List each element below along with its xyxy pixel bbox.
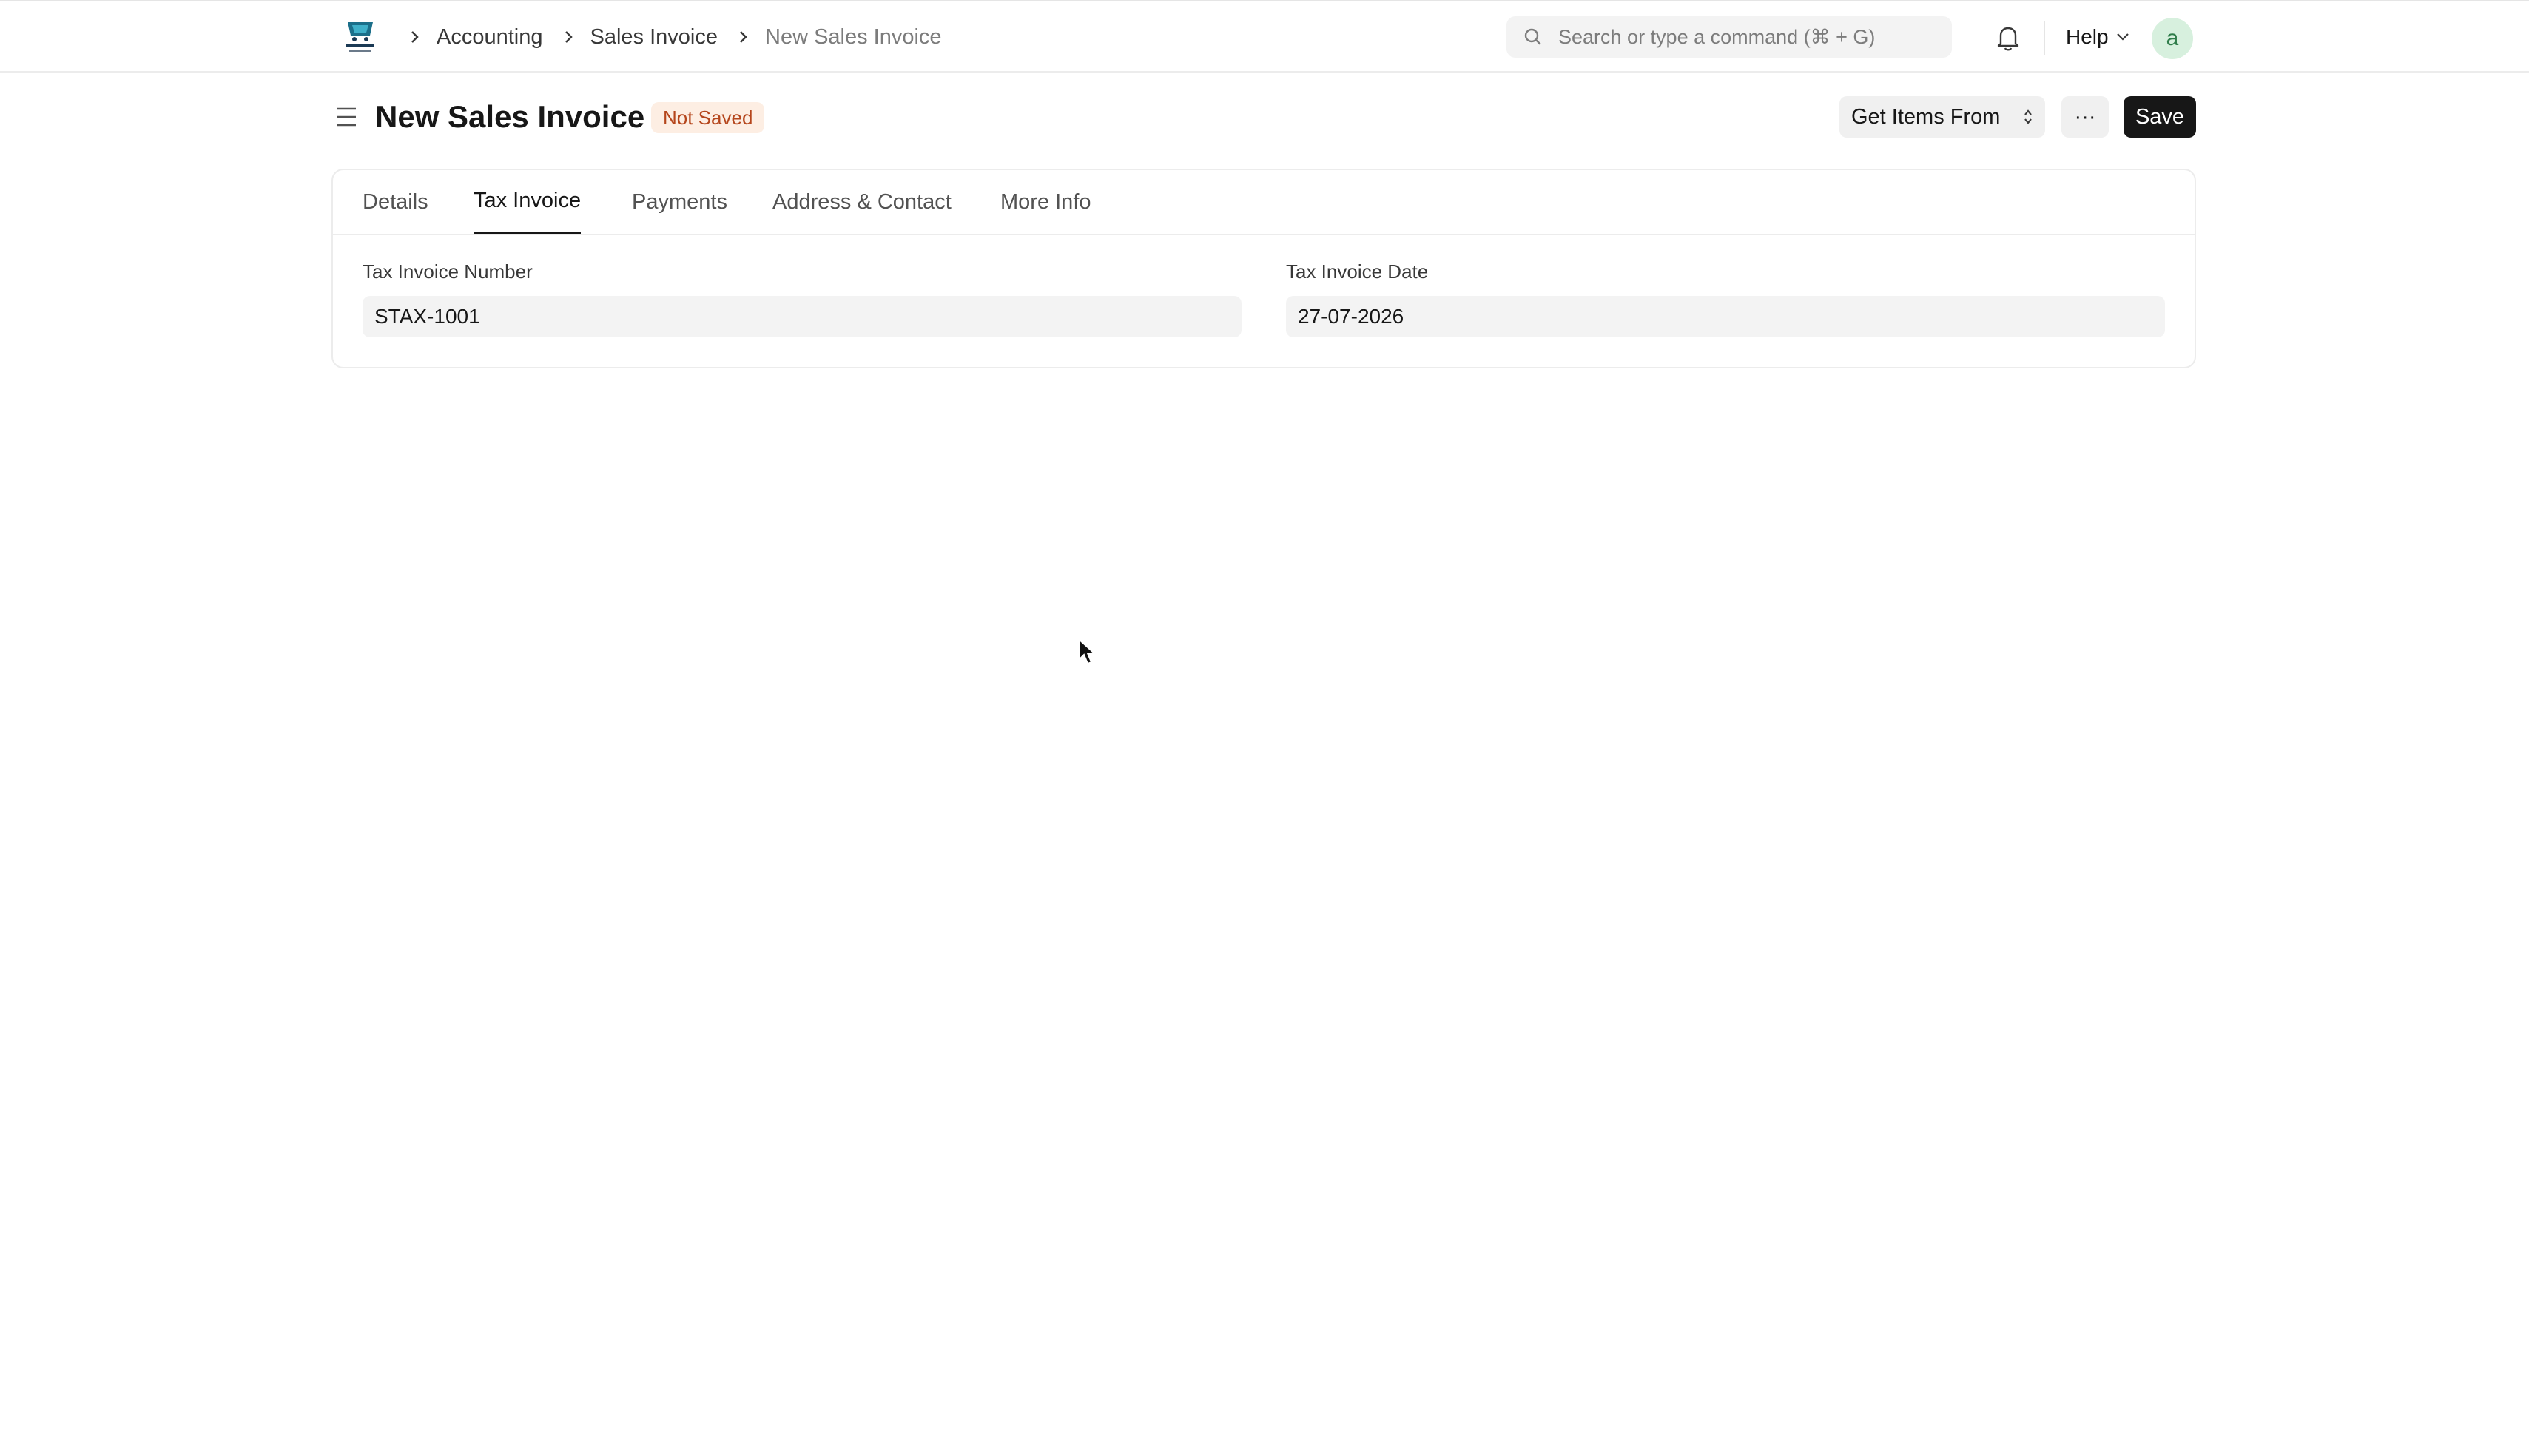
chevron-down-icon bbox=[2116, 33, 2129, 41]
chevron-right-icon bbox=[559, 27, 579, 47]
get-items-from-button[interactable]: Get Items From bbox=[1839, 96, 2045, 138]
help-label: Help bbox=[2066, 25, 2109, 48]
navbar-divider bbox=[2044, 21, 2045, 55]
search-input[interactable]: Search or type a command (⌘ + G) bbox=[1506, 16, 1952, 58]
bell-icon[interactable] bbox=[1995, 24, 2021, 52]
breadcrumb-new-sales-invoice: New Sales Invoice bbox=[765, 24, 942, 49]
chevron-right-icon bbox=[405, 27, 425, 47]
chevron-right-icon bbox=[734, 27, 753, 47]
tax-invoice-number-field[interactable]: STAX-1001 bbox=[363, 296, 1242, 337]
breadcrumb-sales-invoice[interactable]: Sales Invoice bbox=[590, 25, 718, 50]
breadcrumb-accounting[interactable]: Accounting bbox=[437, 25, 543, 50]
tab-payments[interactable]: Payments bbox=[632, 170, 727, 234]
tab-address-contact[interactable]: Address & Contact bbox=[772, 170, 952, 234]
breadcrumb: Accounting Sales Invoice New Sales Invoi… bbox=[405, 1, 958, 73]
avatar[interactable]: a bbox=[2152, 18, 2193, 59]
tax-invoice-date-label: Tax Invoice Date bbox=[1286, 260, 1429, 283]
search-placeholder: Search or type a command (⌘ + G) bbox=[1558, 25, 1876, 48]
tab-tax-invoice[interactable]: Tax Invoice bbox=[474, 170, 582, 234]
get-items-from-label: Get Items From bbox=[1851, 104, 2001, 129]
ellipsis-icon: ··· bbox=[2074, 104, 2096, 129]
tax-invoice-number-label: Tax Invoice Number bbox=[363, 260, 533, 283]
tab-more-info[interactable]: More Info bbox=[1000, 170, 1091, 234]
search-icon bbox=[1523, 27, 1543, 47]
page-title: New Sales Invoice bbox=[375, 99, 645, 134]
more-actions-button[interactable]: ··· bbox=[2061, 96, 2109, 138]
form-card: Details Tax Invoice Payments Address & C… bbox=[331, 169, 2196, 368]
app-logo-icon[interactable] bbox=[342, 18, 379, 58]
mouse-cursor-icon bbox=[1077, 637, 1097, 667]
sidebar-toggle-icon[interactable] bbox=[334, 104, 358, 130]
help-dropdown[interactable]: Help bbox=[2066, 1, 2129, 73]
status-badge: Not Saved bbox=[651, 102, 765, 133]
tab-details[interactable]: Details bbox=[363, 170, 428, 234]
form-tabs: Details Tax Invoice Payments Address & C… bbox=[333, 170, 2195, 235]
tax-invoice-date-field[interactable]: 27-07-2026 bbox=[1286, 296, 2165, 337]
save-button[interactable]: Save bbox=[2124, 96, 2196, 138]
sort-arrows-icon bbox=[2024, 109, 2032, 124]
top-navbar: Accounting Sales Invoice New Sales Invoi… bbox=[0, 0, 2529, 73]
